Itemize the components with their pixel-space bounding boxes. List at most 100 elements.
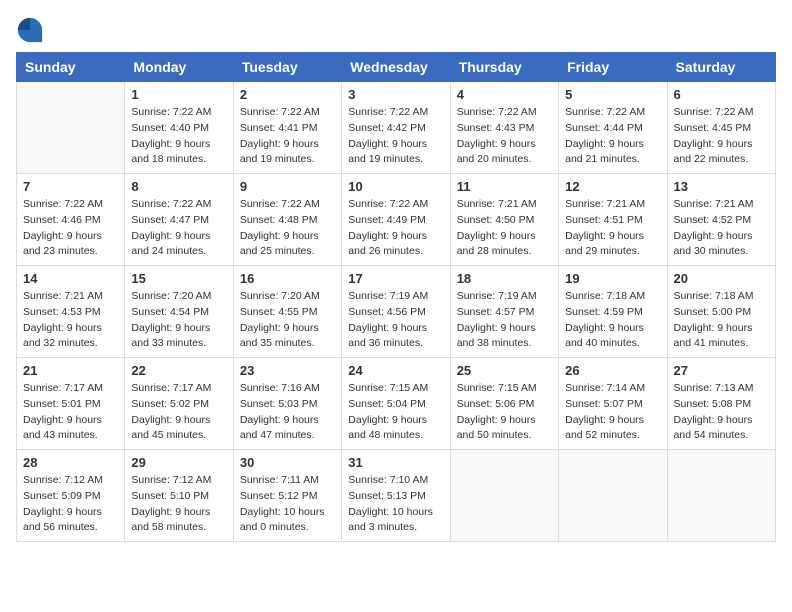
day-info: Sunrise: 7:17 AM Sunset: 5:02 PM Dayligh… bbox=[131, 381, 226, 444]
column-header-sunday: Sunday bbox=[17, 53, 125, 82]
day-info: Sunrise: 7:15 AM Sunset: 5:04 PM Dayligh… bbox=[348, 381, 443, 444]
calendar-cell: 20 Sunrise: 7:18 AM Sunset: 5:00 PM Dayli… bbox=[667, 266, 775, 358]
column-header-thursday: Thursday bbox=[450, 53, 558, 82]
calendar-cell: 30 Sunrise: 7:11 AM Sunset: 5:12 PM Dayli… bbox=[233, 450, 341, 542]
day-number: 4 bbox=[457, 87, 552, 102]
day-number: 25 bbox=[457, 363, 552, 378]
logo bbox=[16, 16, 48, 44]
column-header-friday: Friday bbox=[559, 53, 667, 82]
day-number: 26 bbox=[565, 363, 660, 378]
calendar-cell: 21Sunrise: 7:17 AM Sunset: 5:01 PM Dayli… bbox=[17, 358, 125, 450]
day-number: 1 bbox=[131, 87, 226, 102]
calendar-cell: 9 Sunrise: 7:22 AM Sunset: 4:48 PM Daylig… bbox=[233, 174, 341, 266]
day-info: Sunrise: 7:14 AM Sunset: 5:07 PM Dayligh… bbox=[565, 381, 660, 444]
day-number: 29 bbox=[131, 455, 226, 470]
calendar-cell: 4 Sunrise: 7:22 AM Sunset: 4:43 PM Daylig… bbox=[450, 82, 558, 174]
day-number: 27 bbox=[674, 363, 769, 378]
day-number: 18 bbox=[457, 271, 552, 286]
day-info: Sunrise: 7:21 AM Sunset: 4:50 PM Dayligh… bbox=[457, 197, 552, 260]
calendar-cell: 14Sunrise: 7:21 AM Sunset: 4:53 PM Dayli… bbox=[17, 266, 125, 358]
day-info: Sunrise: 7:16 AM Sunset: 5:03 PM Dayligh… bbox=[240, 381, 335, 444]
day-number: 12 bbox=[565, 179, 660, 194]
calendar-week-1: 1Sunrise: 7:22 AM Sunset: 4:40 PM Daylig… bbox=[17, 82, 776, 174]
day-number: 13 bbox=[674, 179, 769, 194]
calendar-cell bbox=[559, 450, 667, 542]
calendar-table: SundayMondayTuesdayWednesdayThursdayFrid… bbox=[16, 52, 776, 542]
day-info: Sunrise: 7:22 AM Sunset: 4:44 PM Dayligh… bbox=[565, 105, 660, 168]
calendar-cell: 24 Sunrise: 7:15 AM Sunset: 5:04 PM Dayli… bbox=[342, 358, 450, 450]
day-number: 6 bbox=[674, 87, 769, 102]
day-info: Sunrise: 7:15 AM Sunset: 5:06 PM Dayligh… bbox=[457, 381, 552, 444]
calendar-cell: 10Sunrise: 7:22 AM Sunset: 4:49 PM Dayli… bbox=[342, 174, 450, 266]
day-info: Sunrise: 7:19 AM Sunset: 4:57 PM Dayligh… bbox=[457, 289, 552, 352]
day-info: Sunrise: 7:22 AM Sunset: 4:47 PM Dayligh… bbox=[131, 197, 226, 260]
day-number: 7 bbox=[23, 179, 118, 194]
day-info: Sunrise: 7:13 AM Sunset: 5:08 PM Dayligh… bbox=[674, 381, 769, 444]
column-header-wednesday: Wednesday bbox=[342, 53, 450, 82]
day-info: Sunrise: 7:12 AM Sunset: 5:10 PM Dayligh… bbox=[131, 473, 226, 536]
calendar-cell: 19Sunrise: 7:18 AM Sunset: 4:59 PM Dayli… bbox=[559, 266, 667, 358]
day-number: 31 bbox=[348, 455, 443, 470]
day-number: 5 bbox=[565, 87, 660, 102]
day-number: 19 bbox=[565, 271, 660, 286]
day-number: 24 bbox=[348, 363, 443, 378]
day-info: Sunrise: 7:22 AM Sunset: 4:46 PM Dayligh… bbox=[23, 197, 118, 260]
day-info: Sunrise: 7:22 AM Sunset: 4:49 PM Dayligh… bbox=[348, 197, 443, 260]
calendar-cell: 31 Sunrise: 7:10 AM Sunset: 5:13 PM Dayli… bbox=[342, 450, 450, 542]
calendar-cell: 23 Sunrise: 7:16 AM Sunset: 5:03 PM Dayli… bbox=[233, 358, 341, 450]
day-number: 2 bbox=[240, 87, 335, 102]
calendar-cell bbox=[450, 450, 558, 542]
calendar-cell: 28Sunrise: 7:12 AM Sunset: 5:09 PM Dayli… bbox=[17, 450, 125, 542]
day-number: 20 bbox=[674, 271, 769, 286]
column-header-tuesday: Tuesday bbox=[233, 53, 341, 82]
day-number: 11 bbox=[457, 179, 552, 194]
calendar-cell: 5 Sunrise: 7:22 AM Sunset: 4:44 PM Daylig… bbox=[559, 82, 667, 174]
calendar-cell: 17 Sunrise: 7:19 AM Sunset: 4:56 PM Dayli… bbox=[342, 266, 450, 358]
day-number: 17 bbox=[348, 271, 443, 286]
calendar-cell: 16 Sunrise: 7:20 AM Sunset: 4:55 PM Dayli… bbox=[233, 266, 341, 358]
calendar-cell: 22Sunrise: 7:17 AM Sunset: 5:02 PM Dayli… bbox=[125, 358, 233, 450]
day-info: Sunrise: 7:10 AM Sunset: 5:13 PM Dayligh… bbox=[348, 473, 443, 536]
day-info: Sunrise: 7:22 AM Sunset: 4:45 PM Dayligh… bbox=[674, 105, 769, 168]
day-number: 30 bbox=[240, 455, 335, 470]
calendar-week-2: 7 Sunrise: 7:22 AM Sunset: 4:46 PM Daylig… bbox=[17, 174, 776, 266]
day-info: Sunrise: 7:20 AM Sunset: 4:55 PM Dayligh… bbox=[240, 289, 335, 352]
calendar-cell bbox=[17, 82, 125, 174]
day-number: 9 bbox=[240, 179, 335, 194]
logo-icon bbox=[16, 16, 44, 44]
calendar-cell: 6 Sunrise: 7:22 AM Sunset: 4:45 PM Daylig… bbox=[667, 82, 775, 174]
calendar-cell: 27 Sunrise: 7:13 AM Sunset: 5:08 PM Dayli… bbox=[667, 358, 775, 450]
day-info: Sunrise: 7:21 AM Sunset: 4:53 PM Dayligh… bbox=[23, 289, 118, 352]
calendar-cell: 11 Sunrise: 7:21 AM Sunset: 4:50 PM Dayli… bbox=[450, 174, 558, 266]
day-info: Sunrise: 7:22 AM Sunset: 4:43 PM Dayligh… bbox=[457, 105, 552, 168]
day-number: 23 bbox=[240, 363, 335, 378]
day-number: 16 bbox=[240, 271, 335, 286]
calendar-cell: 7 Sunrise: 7:22 AM Sunset: 4:46 PM Daylig… bbox=[17, 174, 125, 266]
calendar-cell: 18 Sunrise: 7:19 AM Sunset: 4:57 PM Dayli… bbox=[450, 266, 558, 358]
day-info: Sunrise: 7:18 AM Sunset: 5:00 PM Dayligh… bbox=[674, 289, 769, 352]
day-info: Sunrise: 7:21 AM Sunset: 4:52 PM Dayligh… bbox=[674, 197, 769, 260]
calendar-cell bbox=[667, 450, 775, 542]
calendar-week-5: 28Sunrise: 7:12 AM Sunset: 5:09 PM Dayli… bbox=[17, 450, 776, 542]
calendar-week-3: 14Sunrise: 7:21 AM Sunset: 4:53 PM Dayli… bbox=[17, 266, 776, 358]
day-info: Sunrise: 7:11 AM Sunset: 5:12 PM Dayligh… bbox=[240, 473, 335, 536]
day-info: Sunrise: 7:22 AM Sunset: 4:48 PM Dayligh… bbox=[240, 197, 335, 260]
column-header-saturday: Saturday bbox=[667, 53, 775, 82]
calendar-header-row: SundayMondayTuesdayWednesdayThursdayFrid… bbox=[17, 53, 776, 82]
calendar-cell: 25 Sunrise: 7:15 AM Sunset: 5:06 PM Dayli… bbox=[450, 358, 558, 450]
day-info: Sunrise: 7:19 AM Sunset: 4:56 PM Dayligh… bbox=[348, 289, 443, 352]
calendar-cell: 1Sunrise: 7:22 AM Sunset: 4:40 PM Daylig… bbox=[125, 82, 233, 174]
calendar-cell: 26 Sunrise: 7:14 AM Sunset: 5:07 PM Dayli… bbox=[559, 358, 667, 450]
day-info: Sunrise: 7:22 AM Sunset: 4:42 PM Dayligh… bbox=[348, 105, 443, 168]
day-info: Sunrise: 7:17 AM Sunset: 5:01 PM Dayligh… bbox=[23, 381, 118, 444]
day-info: Sunrise: 7:21 AM Sunset: 4:51 PM Dayligh… bbox=[565, 197, 660, 260]
calendar-cell: 15Sunrise: 7:20 AM Sunset: 4:54 PM Dayli… bbox=[125, 266, 233, 358]
calendar-cell: 3 Sunrise: 7:22 AM Sunset: 4:42 PM Daylig… bbox=[342, 82, 450, 174]
page-header bbox=[16, 16, 776, 44]
calendar-cell: 8Sunrise: 7:22 AM Sunset: 4:47 PM Daylig… bbox=[125, 174, 233, 266]
day-number: 15 bbox=[131, 271, 226, 286]
day-number: 3 bbox=[348, 87, 443, 102]
day-info: Sunrise: 7:22 AM Sunset: 4:41 PM Dayligh… bbox=[240, 105, 335, 168]
calendar-cell: 12 Sunrise: 7:21 AM Sunset: 4:51 PM Dayli… bbox=[559, 174, 667, 266]
calendar-cell: 2 Sunrise: 7:22 AM Sunset: 4:41 PM Daylig… bbox=[233, 82, 341, 174]
